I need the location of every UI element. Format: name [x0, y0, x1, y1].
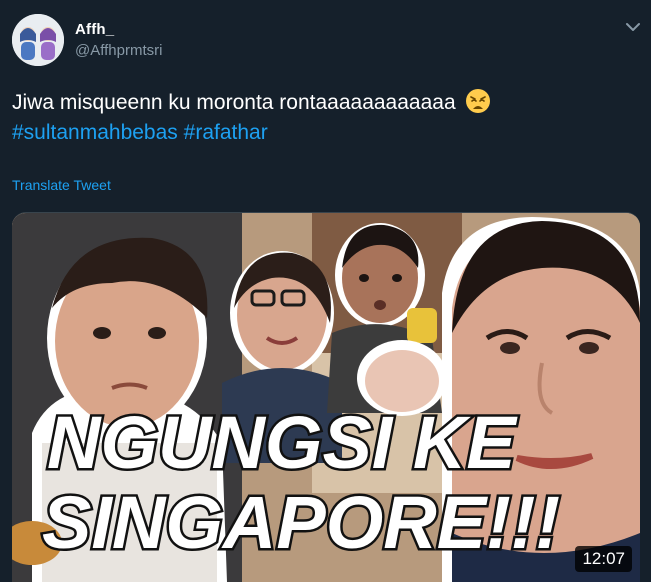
- display-name[interactable]: Affh_: [75, 21, 114, 38]
- thumbnail-title-line2: SINGAPORE!!!: [42, 481, 560, 564]
- chevron-down-icon[interactable]: [624, 20, 642, 34]
- video-duration-badge: 12:07: [575, 546, 632, 572]
- hashtag-link[interactable]: #sultanmahbebas: [12, 121, 178, 144]
- user-handle[interactable]: @Affhprmtsri: [75, 42, 162, 59]
- translate-tweet-link[interactable]: Translate Tweet: [12, 177, 111, 193]
- hashtag-link[interactable]: #rafathar: [184, 121, 268, 144]
- thumbnail-image: NGUNGSI KE SINGAPORE!!!: [12, 213, 640, 582]
- video-thumbnail[interactable]: NGUNGSI KE SINGAPORE!!! 12:07: [12, 212, 640, 582]
- avatar[interactable]: [12, 14, 64, 66]
- tweet-card: Affh_ @Affhprmtsri Jiwa misqueenn ku mor…: [0, 0, 651, 582]
- tweet-body: Jiwa misqueenn ku moronta rontaaaaaaaaaa…: [12, 91, 456, 114]
- tweet-text: Jiwa misqueenn ku moronta rontaaaaaaaaaa…: [12, 88, 632, 148]
- thumbnail-title-line1: NGUNGSI KE: [47, 401, 518, 484]
- weary-face-emoji-icon: [465, 88, 491, 114]
